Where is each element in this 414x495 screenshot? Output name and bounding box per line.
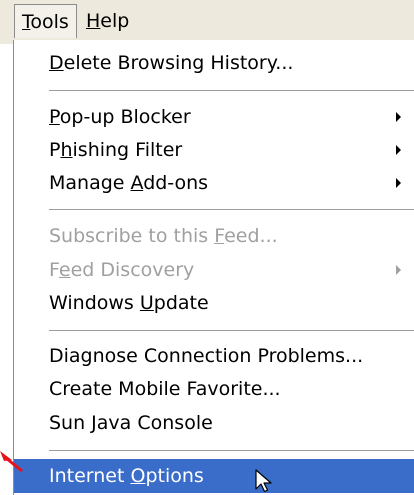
menu-item-create-mobile-favorite[interactable]: Create Mobile Favorite... (14, 372, 414, 406)
submenu-arrow-icon (396, 145, 401, 155)
menu-item-manage-addons[interactable]: Manage Add-ons (14, 166, 414, 200)
menu-item-diagnose-connection[interactable]: Diagnose Connection Problems... (14, 339, 414, 373)
menu-item-sun-java-console[interactable]: Sun Java Console (14, 406, 414, 440)
submenu-arrow-icon (396, 265, 401, 275)
mouse-pointer-icon (255, 469, 272, 493)
menu-separator (49, 450, 414, 452)
menu-item-subscribe-feed[interactable]: Subscribe to this Feed... (14, 219, 414, 253)
menu-item-feed-discovery[interactable]: Feed Discovery (14, 253, 414, 287)
menu-item-popup-blocker[interactable]: Pop-up Blocker (14, 100, 414, 134)
menu-separator (49, 330, 414, 332)
menu-item-phishing-filter[interactable]: Phishing Filter (14, 133, 414, 167)
submenu-arrow-icon (396, 178, 401, 188)
menu-item-delete-browsing-history[interactable]: Delete Browsing History... (14, 46, 414, 80)
menubar-help-mnemonic: H (86, 10, 101, 32)
menubar-tools[interactable]: Tools (14, 4, 77, 38)
red-arrow-icon (0, 451, 23, 472)
menu-item-windows-update[interactable]: Windows Update (14, 286, 414, 320)
menu-bar: Tools Help (0, 0, 414, 44)
menu-item-internet-options[interactable]: Internet Options (14, 459, 414, 493)
submenu-arrow-icon (396, 112, 401, 122)
menu-separator (49, 90, 414, 92)
menubar-help[interactable]: Help (79, 4, 136, 38)
menubar-help-label: elp (100, 10, 130, 32)
menubar-tools-label: ools (30, 11, 69, 33)
menu-separator (49, 209, 414, 211)
tools-menu: Delete Browsing History... Pop-up Blocke… (13, 40, 414, 495)
